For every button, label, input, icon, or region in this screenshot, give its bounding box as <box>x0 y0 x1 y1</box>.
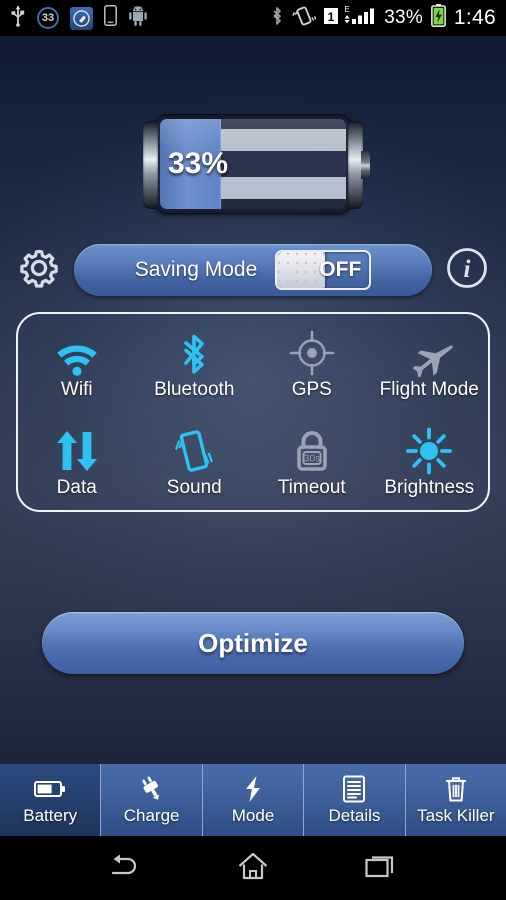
lightning-icon <box>242 775 264 803</box>
toggle-timeout[interactable]: 30s Timeout <box>253 412 371 510</box>
tab-charge[interactable]: Charge <box>101 764 203 836</box>
sun-icon <box>404 427 454 475</box>
battery-percent-label: 33% <box>168 147 229 180</box>
tab-label: Charge <box>123 805 180 825</box>
android-robot-icon <box>128 5 148 31</box>
tab-label: Task Killer <box>417 805 495 825</box>
trash-icon <box>444 775 468 803</box>
tab-battery[interactable]: Battery <box>0 764 102 836</box>
status-battery-percent: 33% <box>384 7 423 28</box>
battery-terminal-nub <box>361 151 370 179</box>
svg-text:1: 1 <box>328 10 335 24</box>
toggle-label: GPS <box>291 379 332 400</box>
nav-back-button[interactable] <box>89 845 159 891</box>
toggle-state-label: OFF <box>319 258 362 281</box>
bottom-tab-bar: Battery Charge Mode Details Task Killer <box>0 763 506 836</box>
battery-left-cap <box>143 121 158 209</box>
phone-icon <box>104 5 117 31</box>
toggle-flight-mode[interactable]: Flight Mode <box>371 314 489 412</box>
app-screen: 33 1 E 33% 1:46 33% Saving Mode OFF i Wi… <box>0 0 506 900</box>
saving-mode-label: Saving Mode <box>134 258 258 281</box>
toggle-label: Sound <box>166 477 222 498</box>
saving-mode-row: Saving Mode OFF i <box>0 239 506 301</box>
document-icon <box>342 775 366 803</box>
toggle-label: Brightness <box>384 477 475 498</box>
tab-details[interactable]: Details <box>304 764 406 836</box>
recent-apps-icon <box>365 852 399 885</box>
quick-toggle-panel: Wifi Bluetooth GPS Flight Mode Data Soun… <box>16 312 490 512</box>
status-bar-left-icons: 33 <box>10 5 148 32</box>
toggle-gps[interactable]: GPS <box>253 314 371 412</box>
battery-graphic: 33% <box>143 114 370 214</box>
toggle-label: Bluetooth <box>154 379 235 400</box>
toggle-label: Wifi <box>60 379 93 400</box>
data-arrows-icon <box>51 427 103 475</box>
airplane-icon <box>401 329 457 377</box>
bluetooth-icon <box>270 5 284 32</box>
tab-mode[interactable]: Mode <box>202 764 305 836</box>
main-content: 33% Saving Mode OFF i Wifi Bluetooth GPS… <box>0 36 506 763</box>
charging-battery-icon <box>431 4 446 32</box>
toggle-label: Timeout <box>277 477 346 498</box>
svg-text:E: E <box>345 5 350 14</box>
toggle-brightness[interactable]: Brightness <box>371 412 489 510</box>
tab-label: Details <box>328 805 381 825</box>
toggle-sound[interactable]: Sound <box>136 412 254 510</box>
lock-icon: 30s <box>288 427 336 475</box>
nav-recent-apps-button[interactable] <box>347 845 417 891</box>
vibrate-icon <box>168 427 220 475</box>
info-button[interactable]: i <box>436 245 498 296</box>
optimize-button[interactable]: Optimize <box>42 612 464 674</box>
svg-text:i: i <box>464 256 471 283</box>
plug-icon <box>138 775 166 803</box>
usb-icon <box>10 5 26 32</box>
battery-icon <box>34 775 66 803</box>
gear-icon <box>16 245 62 296</box>
bluetooth-icon <box>174 329 214 377</box>
wifi-icon <box>51 329 103 377</box>
battery-percent-circle-icon: 33 <box>37 7 59 29</box>
nav-home-button[interactable] <box>218 845 288 891</box>
optimize-button-label: Optimize <box>198 627 308 658</box>
settings-button[interactable] <box>8 245 70 296</box>
status-bar-right-icons: 1 E 33% 1:46 <box>270 4 496 33</box>
toggle-label: Data <box>56 477 97 498</box>
back-arrow-icon <box>106 852 142 885</box>
toggle-bluetooth[interactable]: Bluetooth <box>136 314 254 412</box>
sim-signal-icon: 1 E <box>324 4 376 33</box>
cleaner-app-icon <box>70 6 93 30</box>
home-icon <box>237 851 269 886</box>
vibrate-icon <box>292 5 317 32</box>
gps-icon <box>288 329 336 377</box>
toggle-data[interactable]: Data <box>18 412 136 510</box>
tab-label: Battery <box>23 805 78 825</box>
toggle-wifi[interactable]: Wifi <box>18 314 136 412</box>
saving-mode-toggle[interactable]: OFF <box>275 250 372 290</box>
battery-widget: 33% <box>0 114 506 214</box>
android-nav-bar <box>0 836 506 900</box>
tab-label: Mode <box>231 805 275 825</box>
timeout-value: 30s <box>303 453 320 465</box>
saving-mode-bar[interactable]: Saving Mode OFF <box>74 244 432 296</box>
tab-task-killer[interactable]: Task Killer <box>405 764 506 836</box>
status-bar: 33 1 E 33% 1:46 <box>0 0 506 36</box>
info-icon: i <box>444 245 490 296</box>
status-clock: 1:46 <box>453 6 496 29</box>
toggle-label: Flight Mode <box>379 379 479 400</box>
